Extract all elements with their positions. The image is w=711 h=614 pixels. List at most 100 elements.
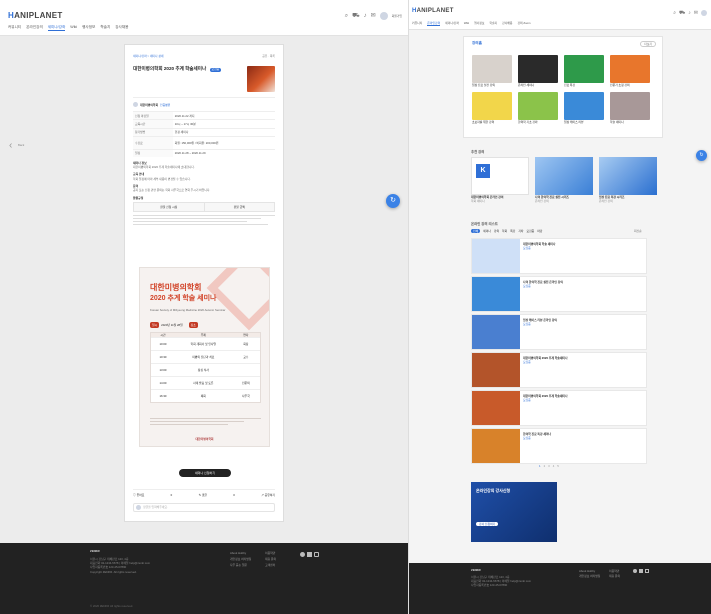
footer-link[interactable]: 제휴 문의: [265, 557, 300, 561]
list-thumb: [472, 315, 520, 349]
host-name[interactable]: 대한미병의학회: [140, 103, 158, 107]
bell-icon[interactable]: ♪: [364, 13, 367, 19]
lecture-card[interactable]: 초보자를 위한 강의: [472, 92, 514, 124]
filter-chip[interactable]: 기타: [518, 229, 523, 233]
share-button[interactable]: ↗ 공유하기: [261, 493, 275, 497]
page-number[interactable]: 2: [544, 464, 546, 468]
apply-button[interactable]: 세미나 신청하기: [179, 469, 231, 477]
nav-item[interactable]: Wiki: [464, 21, 469, 26]
footer-link[interactable]: 고객센터: [265, 563, 300, 567]
lecture-thumb: [472, 55, 512, 83]
footer-link[interactable]: 자주 묻는 질문: [230, 563, 265, 567]
comment-button[interactable]: ✎ 댓글: [199, 493, 207, 497]
footer-link[interactable]: 이용약관: [265, 551, 300, 555]
lecture-card[interactable]: 온라인 세미나: [518, 55, 560, 87]
comment-placeholder: 댓글을 입력해주세요.: [143, 505, 168, 510]
prev-label[interactable]: Back: [18, 143, 24, 147]
filter-chip[interactable]: 학회: [502, 229, 507, 233]
lecture-home-page: HANIPLANET 커뮤니티 온라인강의 세미나/강좌 Wiki 행사정보 학…: [408, 0, 711, 614]
cart-icon[interactable]: ⛟: [352, 13, 360, 19]
share-link[interactable]: 공유: [262, 54, 267, 58]
poster-title-2: 2020 추계 학술 세미나: [150, 295, 217, 302]
page-number[interactable]: 3: [548, 464, 550, 468]
facebook-icon[interactable]: [639, 569, 643, 573]
chat-fab-icon[interactable]: ↻: [696, 150, 707, 161]
logo[interactable]: HANIPLANET: [412, 8, 454, 14]
list-link[interactable]: 목록: [270, 54, 275, 58]
list-item[interactable]: 임상 케이스 리뷰 온라인 강의 모집중: [471, 314, 647, 350]
date-tag: 일시: [150, 322, 160, 329]
list-item[interactable]: 한의학 진료 특강 세미나 모집중: [471, 428, 647, 464]
filter-chip[interactable]: 마감: [537, 229, 542, 233]
nav-item[interactable]: Wiki: [70, 25, 77, 31]
footer-link[interactable]: About Hubby: [579, 569, 609, 573]
rec-card[interactable]: 임상 진료 특강 시리즈 온라인 강의: [599, 157, 657, 203]
rec-thumb: K: [471, 157, 529, 195]
nav-item[interactable]: 온라인강의: [26, 25, 43, 31]
instructor-banner[interactable]: 온라인강의 강사신청 강사 신청하기: [471, 482, 557, 542]
instagram-icon[interactable]: [645, 569, 649, 573]
message-icon[interactable]: ✉: [371, 13, 376, 19]
search-icon[interactable]: ⌕: [345, 13, 348, 19]
list-item[interactable]: 대한미병의학회 2020 추계 학술세미나 모집중: [471, 352, 647, 388]
facebook-icon[interactable]: [307, 552, 312, 557]
chat-fab-icon[interactable]: ↻: [386, 194, 400, 208]
filter-chip[interactable]: 세미나: [483, 229, 491, 233]
nav-item[interactable]: 강사채용: [502, 21, 512, 26]
nav-item-active[interactable]: 세미나/강좌: [47, 25, 66, 31]
page-number[interactable]: 1: [539, 464, 541, 468]
lecture-card[interactable]: 진료 특강: [564, 55, 606, 87]
logo[interactable]: HANIPLANET: [8, 11, 63, 20]
nav-item[interactable]: 세미나/강좌: [445, 21, 459, 26]
instagram-icon[interactable]: [314, 552, 319, 557]
nav-item[interactable]: 커뮤니티: [8, 25, 21, 31]
comment-input[interactable]: 댓글을 입력해주세요.: [133, 503, 275, 512]
lecture-card[interactable]: 전문가 초청 강의: [610, 55, 652, 87]
schedule-row: 13:00 점심 식사: [151, 363, 260, 376]
more-button[interactable]: 더보기: [640, 41, 656, 48]
lecture-card[interactable]: 한의학 기초 강좌: [518, 92, 560, 124]
nav-item[interactable]: 학술지: [489, 21, 497, 26]
kakao-icon[interactable]: [300, 552, 305, 557]
list-item[interactable]: 대한미병의학회 2020 추계 학술세미나 모집중: [471, 390, 647, 426]
section-text: 대한미병의학회 2020 추계 학술세미나에 초대합니다.: [133, 165, 195, 170]
message-icon[interactable]: ✉: [694, 10, 698, 16]
page-number[interactable]: 5: [557, 464, 559, 468]
avatar[interactable]: [379, 12, 388, 20]
kakao-icon[interactable]: [633, 569, 637, 573]
schedule-row: 14:00 사례 발표 및 토론 전문의: [151, 376, 260, 389]
instructor-apply-button[interactable]: 강사 신청하기: [476, 522, 499, 527]
footer-link[interactable]: 개인정보 처리방침: [230, 557, 265, 561]
lecture-card[interactable]: 임상 케이스 리뷰: [564, 92, 606, 124]
footer-link[interactable]: About Hubby: [230, 551, 265, 555]
sort-select[interactable]: 최신순: [634, 229, 642, 233]
rec-card[interactable]: 나의 한의학 진료 실전 시리즈 온라인 강의: [535, 157, 593, 203]
footer-link[interactable]: 제휴 문의: [609, 574, 639, 578]
lecture-grid: 임상 진료 실전 강의 온라인 세미나 진료 특강 전문가 초청 강의 초보자를…: [472, 55, 652, 124]
lecture-card[interactable]: 학술 세미나: [610, 92, 652, 124]
nav-item[interactable]: 강의 Zoom: [517, 21, 530, 26]
like-button[interactable]: ♡ 좋아요: [133, 493, 144, 497]
footer-link[interactable]: 개인정보 처리방침: [579, 574, 609, 578]
nav-item-active[interactable]: 온라인강의: [427, 21, 441, 26]
user-label[interactable]: 회원가입: [392, 14, 402, 18]
nav-item[interactable]: 행사정보: [82, 25, 95, 31]
filter-chip[interactable]: 전체: [471, 229, 481, 234]
filter-chip[interactable]: 모집중: [527, 229, 535, 233]
cart-icon[interactable]: ⛟: [679, 10, 685, 16]
prev-arrow-icon[interactable]: ‹: [9, 140, 12, 151]
filter-chip[interactable]: 특강: [510, 229, 515, 233]
search-icon[interactable]: ⌕: [673, 10, 676, 16]
page-number[interactable]: 4: [553, 464, 555, 468]
list-item[interactable]: 나의 한의학 진료 실전 온라인 강의 모집중: [471, 276, 647, 312]
nav-item[interactable]: 커뮤니티: [412, 21, 422, 26]
bell-icon[interactable]: ♪: [688, 10, 691, 16]
avatar[interactable]: [701, 10, 707, 16]
rec-card[interactable]: K 대한미병의학회 온라인 강의 학회 세미나: [471, 157, 529, 203]
filter-chip[interactable]: 강의: [494, 229, 499, 233]
list-item[interactable]: 대한미병의학회 학술 세미나 모집중: [471, 238, 647, 274]
nav-item[interactable]: 강사채용: [115, 25, 128, 31]
lecture-card[interactable]: 임상 진료 실전 강의: [472, 55, 514, 87]
nav-item[interactable]: 학술지: [100, 25, 110, 31]
nav-item[interactable]: 행사정보: [474, 21, 484, 26]
